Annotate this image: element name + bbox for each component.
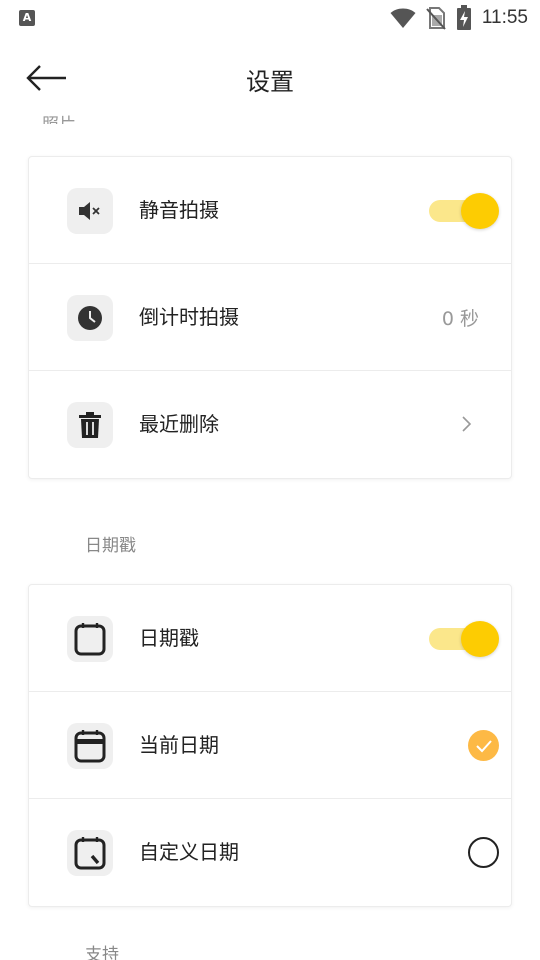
silent-icon-container bbox=[67, 188, 113, 234]
timer-icon-container bbox=[67, 295, 113, 341]
no-sim-icon bbox=[426, 7, 446, 30]
recently-deleted-label: 最近删除 bbox=[139, 412, 219, 436]
current-date-label: 当前日期 bbox=[139, 733, 219, 757]
setting-row-custom-date[interactable]: 自定义日期 bbox=[29, 799, 511, 906]
setting-row-date-stamp[interactable]: 日期戳 bbox=[29, 585, 511, 692]
current-date-radio[interactable] bbox=[468, 730, 499, 761]
date-stamp-icon-container bbox=[67, 616, 113, 662]
custom-date-icon-container bbox=[67, 830, 113, 876]
current-date-icon-container bbox=[67, 723, 113, 769]
silent-shooting-label: 静音拍摄 bbox=[139, 198, 219, 222]
status-icons: 11:55 bbox=[390, 5, 528, 31]
silent-shooting-toggle[interactable] bbox=[429, 191, 499, 231]
trash-icon bbox=[79, 412, 101, 438]
notification-badge: A bbox=[19, 10, 35, 26]
photo-settings-card: 静音拍摄 倒计时拍摄 0 秒 最近删除 bbox=[28, 156, 512, 479]
toggle-knob bbox=[461, 193, 499, 229]
status-time: 11:55 bbox=[481, 7, 528, 28]
check-icon bbox=[475, 739, 492, 752]
calendar-icon bbox=[74, 623, 106, 656]
status-bar: A 11:55 bbox=[0, 0, 540, 36]
setting-row-timer-shooting[interactable]: 倒计时拍摄 0 秒 bbox=[29, 264, 511, 371]
setting-row-current-date[interactable]: 当前日期 bbox=[29, 692, 511, 799]
calendar-today-icon bbox=[74, 730, 106, 763]
date-stamp-toggle[interactable] bbox=[429, 619, 499, 659]
battery-charging-icon bbox=[456, 5, 471, 30]
mute-speaker-icon bbox=[79, 202, 100, 220]
custom-date-radio[interactable] bbox=[468, 837, 499, 868]
timer-shooting-value: 0 秒 bbox=[441, 308, 479, 330]
calendar-edit-icon bbox=[74, 837, 106, 870]
setting-row-recently-deleted[interactable]: 最近删除 bbox=[29, 371, 511, 478]
chevron-right-icon bbox=[462, 416, 472, 432]
trash-icon-container bbox=[67, 402, 113, 448]
header: 设置 bbox=[0, 48, 540, 108]
page-title: 设置 bbox=[246, 68, 294, 96]
custom-date-label: 自定义日期 bbox=[139, 840, 239, 864]
section-label-support: 支持 bbox=[85, 945, 119, 960]
setting-row-silent-shooting[interactable]: 静音拍摄 bbox=[29, 157, 511, 264]
toggle-knob bbox=[461, 621, 499, 657]
date-settings-card: 日期戳 当前日期 自定义日期 bbox=[28, 584, 512, 907]
date-stamp-label: 日期戳 bbox=[139, 626, 199, 650]
wifi-icon bbox=[390, 8, 416, 28]
clock-icon bbox=[78, 306, 102, 330]
section-label-photo: 照片 bbox=[42, 110, 76, 124]
section-label-date-stamp: 日期戳 bbox=[85, 536, 136, 556]
timer-shooting-label: 倒计时拍摄 bbox=[139, 305, 239, 329]
